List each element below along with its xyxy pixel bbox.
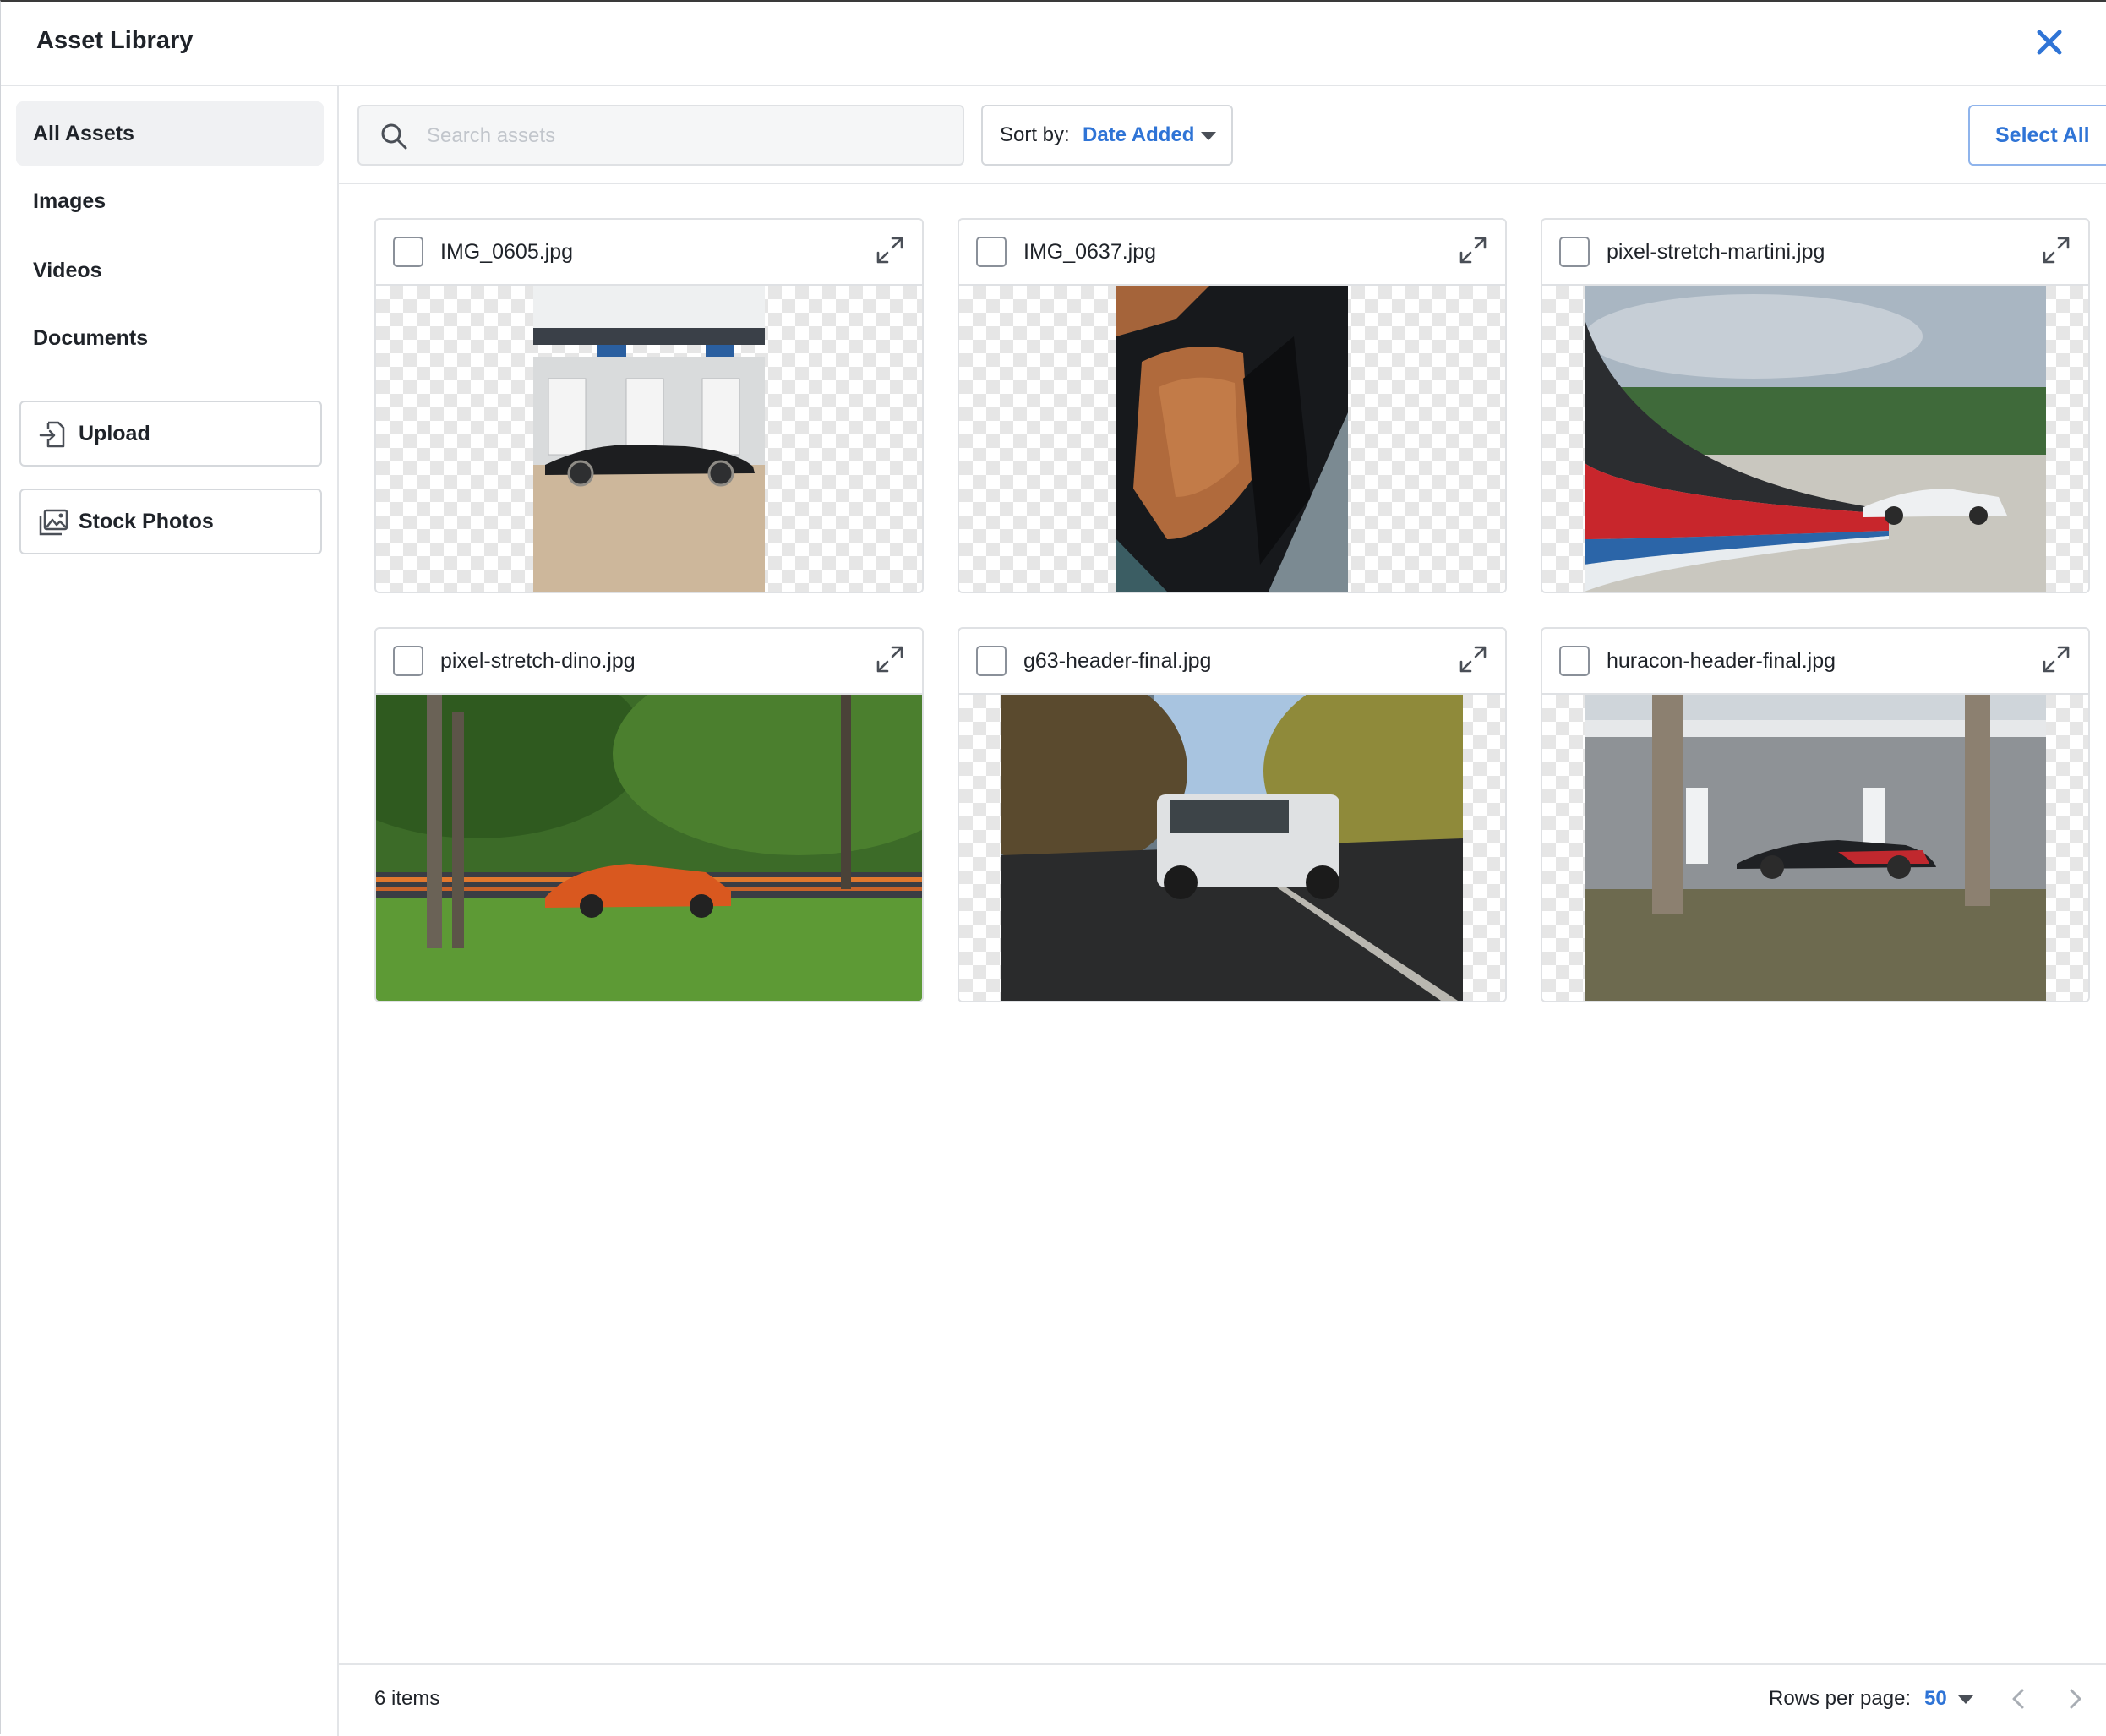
stock-photos-button[interactable]: Stock Photos: [19, 489, 322, 554]
expand-icon[interactable]: [875, 644, 905, 674]
stock-photos-label: Stock Photos: [79, 510, 214, 533]
asset-checkbox[interactable]: [393, 237, 423, 267]
asset-card[interactable]: huracon-header-final.jpg: [1541, 627, 2090, 1002]
item-count: 6 items: [374, 1687, 440, 1710]
sort-label: Sort by:: [1000, 123, 1070, 146]
asset-filename: IMG_0605.jpg: [440, 240, 574, 264]
modal-header: Asset Library: [1, 2, 2106, 86]
asset-filename: IMG_0637.jpg: [1023, 240, 1157, 264]
expand-icon[interactable]: [1458, 235, 1488, 265]
search-box[interactable]: [357, 105, 964, 166]
asset-thumbnail[interactable]: [1542, 693, 2088, 1001]
asset-photo: [1116, 286, 1348, 592]
sidebar-item-images[interactable]: Images: [16, 169, 324, 233]
asset-thumbnail[interactable]: [959, 284, 1505, 592]
asset-checkbox[interactable]: [393, 646, 423, 676]
expand-icon[interactable]: [1458, 644, 1488, 674]
sidebar-item-documents[interactable]: Documents: [16, 306, 324, 370]
sidebar-item-all-assets[interactable]: All Assets: [16, 101, 324, 166]
expand-icon[interactable]: [2041, 235, 2071, 265]
upload-label: Upload: [79, 422, 150, 445]
asset-card[interactable]: g63-header-final.jpg: [958, 627, 1507, 1002]
asset-photo: [533, 286, 765, 592]
expand-icon[interactable]: [875, 235, 905, 265]
modal-title: Asset Library: [36, 27, 194, 54]
close-icon[interactable]: [2032, 25, 2066, 59]
asset-filename: g63-header-final.jpg: [1023, 649, 1212, 673]
asset-checkbox[interactable]: [976, 646, 1007, 676]
images-icon: [39, 509, 68, 536]
asset-card[interactable]: IMG_0637.jpg: [958, 218, 1507, 593]
asset-thumbnail[interactable]: [376, 284, 922, 592]
asset-card[interactable]: pixel-stretch-martini.jpg: [1541, 218, 2090, 593]
asset-thumbnail[interactable]: [376, 693, 922, 1001]
asset-checkbox[interactable]: [1559, 646, 1590, 676]
search-icon: [381, 123, 407, 150]
asset-filename: pixel-stretch-dino.jpg: [440, 649, 636, 673]
upload-icon: [39, 421, 65, 448]
upload-button[interactable]: Upload: [19, 401, 322, 467]
asset-card[interactable]: pixel-stretch-dino.jpg: [374, 627, 924, 1002]
select-all-button[interactable]: Select All: [1968, 105, 2106, 166]
asset-library-modal: Asset Library All Assets Images Videos D…: [0, 0, 2106, 1736]
chevron-right-icon[interactable]: [2060, 1684, 2090, 1714]
asset-photo: [376, 695, 922, 1001]
asset-checkbox[interactable]: [976, 237, 1007, 267]
caret-down-icon[interactable]: [1958, 1695, 1973, 1704]
rows-per-page-label: Rows per page:: [1769, 1687, 1912, 1710]
search-input[interactable]: [425, 106, 952, 166]
toolbar: Sort by: Date Added Select All: [339, 86, 2106, 184]
expand-icon[interactable]: [2041, 644, 2071, 674]
caret-down-icon: [1201, 132, 1216, 140]
asset-photo: [1001, 695, 1463, 1001]
asset-filename: huracon-header-final.jpg: [1607, 649, 1836, 673]
asset-thumbnail[interactable]: [959, 693, 1505, 1001]
main-panel: Sort by: Date Added Select All IMG_0605.…: [339, 86, 2106, 1736]
rows-per-page-select[interactable]: 50: [1924, 1665, 1947, 1733]
sort-dropdown[interactable]: Sort by: Date Added: [981, 105, 1233, 166]
sidebar: All Assets Images Videos Documents Uploa…: [1, 86, 339, 1736]
pagination-footer: 6 items Rows per page: 50: [339, 1663, 2106, 1736]
asset-photo: [1585, 286, 2046, 592]
chevron-left-icon[interactable]: [2004, 1684, 2034, 1714]
asset-checkbox[interactable]: [1559, 237, 1590, 267]
sidebar-item-videos[interactable]: Videos: [16, 238, 324, 303]
asset-thumbnail[interactable]: [1542, 284, 2088, 592]
asset-card[interactable]: IMG_0605.jpg: [374, 218, 924, 593]
asset-filename: pixel-stretch-martini.jpg: [1607, 240, 1825, 264]
sort-value: Date Added: [1083, 123, 1195, 146]
asset-photo: [1585, 695, 2046, 1001]
